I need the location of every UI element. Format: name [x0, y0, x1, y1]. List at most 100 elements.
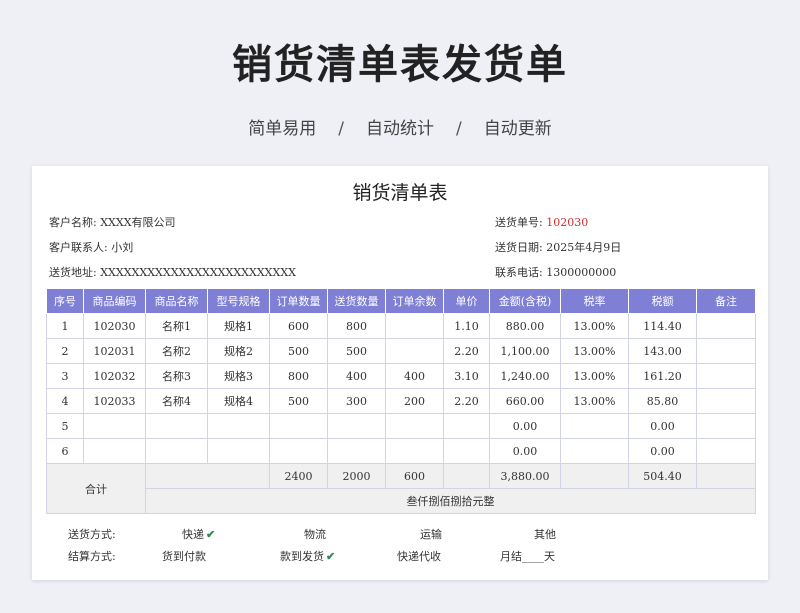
settlement-option-monthly[interactable]: 月结____天: [500, 548, 555, 564]
customer-name-label: 客户名称:: [49, 216, 97, 229]
order-no-row: 送货单号: 102030: [495, 214, 588, 230]
cell: [207, 413, 270, 439]
cell: 600: [269, 313, 328, 339]
col-header-remark: 备注: [696, 288, 756, 314]
col-header-tax: 税额: [628, 288, 697, 314]
phone-value: 1300000000: [546, 266, 617, 279]
customer-name-value: XXXX有限公司: [100, 216, 176, 229]
cell: [696, 338, 756, 364]
amount-in-words-row: 叁仟捌佰捌拾元整: [47, 488, 756, 514]
cell: 2.20: [443, 388, 490, 414]
cell: 2.20: [443, 338, 490, 364]
separator: /: [338, 119, 344, 139]
cell: [696, 363, 756, 389]
cell: 660.00: [489, 388, 561, 414]
feature-easy: 简单易用: [248, 119, 317, 139]
cell: 143.00: [628, 338, 697, 364]
cell: 85.80: [628, 388, 697, 414]
cell: [83, 413, 146, 439]
cell: [696, 463, 756, 489]
table-header-row: 序号 商品编码 商品名称 型号规格 订单数量 送货数量 订单余数 单价 金额(含…: [46, 288, 756, 314]
cell: 13.00%: [560, 338, 629, 364]
delivery-option-logistics[interactable]: 物流: [304, 526, 326, 542]
cell: 3.10: [443, 363, 490, 389]
option-label: 月结____天: [500, 550, 555, 563]
total-amount: 3,880.00: [489, 463, 561, 489]
table-row: 3 102032 名称3 规格3 800 400 400 3.10 1,240.…: [46, 363, 756, 389]
cell: 5: [46, 413, 84, 439]
option-label: 物流: [304, 528, 326, 541]
cell: [443, 438, 490, 464]
cell: 4: [46, 388, 84, 414]
table-row: 5 0.00 0.00: [46, 413, 756, 439]
date-row: 送货日期: 2025年4月9日: [495, 239, 621, 255]
cell: [560, 413, 629, 439]
col-header-spec: 型号规格: [207, 288, 270, 314]
cell: 500: [269, 338, 328, 364]
phone-row: 联系电话: 1300000000: [495, 264, 616, 280]
cell: 3: [46, 363, 84, 389]
sheet-title: 销货清单表: [352, 182, 448, 204]
col-header-name: 商品名称: [145, 288, 208, 314]
settlement-option-express-collect[interactable]: 快递代收: [397, 548, 441, 564]
option-label: 运输: [420, 528, 442, 541]
col-header-unit-price: 单价: [443, 288, 490, 314]
col-header-tax-rate: 税率: [560, 288, 629, 314]
cell: 2: [46, 338, 84, 364]
page-title: 销货清单表发货单: [232, 42, 568, 88]
cell: 500: [269, 388, 328, 414]
cell: 0.00: [628, 413, 697, 439]
col-header-remaining: 订单余数: [385, 288, 444, 314]
sales-table: 序号 商品编码 商品名称 型号规格 订单数量 送货数量 订单余数 单价 金额(含…: [46, 288, 756, 514]
cell: [696, 313, 756, 339]
cell: 0.00: [628, 438, 697, 464]
cell: [560, 438, 629, 464]
total-tax: 504.40: [628, 463, 697, 489]
delivery-method-label: 送货方式:: [68, 528, 116, 541]
cell: 0.00: [489, 438, 561, 464]
cell: 102031: [83, 338, 146, 364]
table-row: 1 102030 名称1 规格1 600 800 1.10 880.00 13.…: [46, 313, 756, 339]
cell: 1: [46, 313, 84, 339]
cell: [145, 413, 208, 439]
total-label: 合计: [46, 463, 146, 514]
cell: [327, 413, 386, 439]
cell: [385, 313, 444, 339]
cell: [696, 438, 756, 464]
separator: /: [456, 119, 462, 139]
table-row: 4 102033 名称4 规格4 500 300 200 2.20 660.00…: [46, 388, 756, 414]
settlement-option-prepay[interactable]: 款到发货 ✔: [280, 548, 335, 564]
total-order-qty: 2400: [269, 463, 328, 489]
delivery-option-express[interactable]: 快递 ✔: [182, 526, 215, 542]
cell: [385, 413, 444, 439]
cell: 名称4: [145, 388, 208, 414]
cell: [696, 388, 756, 414]
option-label: 款到发货: [280, 550, 324, 563]
cell: [385, 338, 444, 364]
address-row: 送货地址: XXXXXXXXXXXXXXXXXXXXXXXXX: [49, 264, 296, 280]
address-value: XXXXXXXXXXXXXXXXXXXXXXXXX: [100, 266, 296, 279]
table-row: 2 102031 名称2 规格2 500 500 2.20 1,100.00 1…: [46, 338, 756, 364]
col-header-index: 序号: [46, 288, 84, 314]
cell: 名称1: [145, 313, 208, 339]
cell: 114.40: [628, 313, 697, 339]
option-label: 快递: [182, 528, 204, 541]
cell: 1,240.00: [489, 363, 561, 389]
contact-value: 小刘: [111, 241, 134, 254]
cell: [83, 438, 146, 464]
feature-auto-stats: 自动统计: [366, 119, 434, 139]
delivery-option-transport[interactable]: 运输: [420, 526, 442, 542]
cell: 规格3: [207, 363, 270, 389]
total-delivery-qty: 2000: [327, 463, 386, 489]
cell: 400: [385, 363, 444, 389]
cell: 6: [46, 438, 84, 464]
cell: 800: [269, 363, 328, 389]
cell: [207, 438, 270, 464]
settlement-option-cod[interactable]: 货到付款: [162, 548, 206, 564]
sales-sheet: 销货清单表 客户名称: XXXX有限公司 客户联系人: 小刘 送货地址: XXX…: [32, 166, 768, 580]
delivery-option-other[interactable]: 其他: [534, 526, 556, 542]
address-label: 送货地址:: [49, 266, 97, 279]
cell: 13.00%: [560, 388, 629, 414]
cell: 500: [327, 338, 386, 364]
cell: 102030: [83, 313, 146, 339]
